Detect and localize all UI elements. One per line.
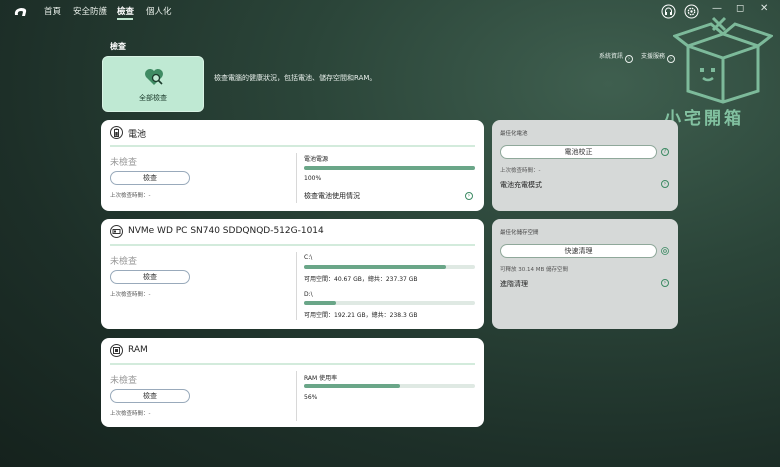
heart-search-icon [145, 69, 163, 85]
nav-personal[interactable]: 個人化 [146, 5, 172, 17]
support-link[interactable]: 支援服務 › [641, 51, 676, 63]
restore-button[interactable]: ◻ [736, 3, 744, 14]
ssd-icon [110, 225, 123, 238]
battery-icon [110, 126, 123, 139]
storage-card: NVMe WD PC SN740 SDDQNQD-512G-1014 未檢查 檢… [101, 219, 484, 329]
minimize-button[interactable]: — [712, 3, 722, 14]
drive-c-value: 可用空間：40.67 GB，總共：237.37 GB [304, 276, 418, 283]
battery-source-bar-fill [304, 166, 475, 170]
settings-gear-icon[interactable] [661, 247, 669, 255]
top-bar: 首頁 安全防護 檢查 個人化 — ◻ ✕ [0, 0, 780, 24]
optimize-storage-title: 最佳化儲存空間 [500, 230, 539, 236]
ram-status: 未檢查 [110, 376, 138, 386]
ram-card: RAM 未檢查 檢查 上次檢查時間：- RAM 使用率 56% [101, 338, 484, 427]
battery-charge-mode-link[interactable]: 電池充電模式 [500, 180, 542, 190]
battery-source-bar [304, 166, 475, 170]
optimize-battery-panel: 最佳化電池 電池校正 ? 上次檢查時間：- 電池充電模式 › [492, 120, 678, 211]
battery-check-button[interactable]: 檢查 [110, 171, 190, 185]
chevron-right-icon[interactable]: › [661, 279, 669, 287]
drive-d-bar-fill [304, 301, 337, 305]
divider [110, 363, 475, 365]
check-description: 檢查電腦的健康狀況，包括電池、儲存空間和RAM。 [214, 74, 377, 82]
battery-status: 未檢查 [110, 158, 138, 168]
nav-check[interactable]: 檢查 [117, 5, 134, 17]
storage-last-check: 上次檢查時間：- [110, 292, 151, 298]
nav-active-indicator [117, 18, 133, 20]
drive-d-bar [304, 301, 475, 305]
drive-d-value: 可用空間：192.21 GB，總共：238.3 GB [304, 312, 418, 319]
advanced-clean-link[interactable]: 進階清理 [500, 279, 528, 289]
quick-clean-button[interactable]: 快速清理 [500, 244, 657, 258]
ram-chip-icon [110, 344, 123, 357]
system-info-label: 系統資訊 [599, 53, 624, 60]
help-icon[interactable]: ? [661, 148, 669, 156]
ram-last-check: 上次檢查時間：- [110, 411, 151, 417]
nav-home[interactable]: 首頁 [44, 5, 61, 17]
support-label: 支援服務 [641, 53, 666, 60]
battery-source-value: 100% [304, 175, 322, 182]
chevron-right-icon[interactable]: › [465, 192, 473, 200]
battery-last-check: 上次檢查時間：- [110, 193, 151, 199]
optimize-battery-title: 最佳化電池 [500, 131, 528, 137]
battery-usage-link[interactable]: 檢查電池使用情況 [304, 191, 360, 201]
page-title: 檢查 [110, 42, 126, 51]
divider [110, 145, 475, 147]
acer-logo-icon [14, 8, 27, 16]
ram-usage-value: 56% [304, 394, 318, 401]
ram-usage-bar [304, 384, 475, 388]
drive-c-bar [304, 265, 475, 269]
storage-title: NVMe WD PC SN740 SDDQNQD-512G-1014 [128, 226, 324, 236]
battery-calibration-button[interactable]: 電池校正 [500, 145, 657, 159]
chevron-right-icon: › [625, 55, 634, 63]
system-info-link[interactable]: 系統資訊 › [599, 51, 634, 63]
drive-d-label: D:\ [304, 291, 313, 298]
full-check-label: 全部檢查 [139, 94, 167, 102]
divider [110, 244, 475, 246]
vertical-divider [296, 252, 297, 320]
drive-c-bar-fill [304, 265, 446, 269]
battery-title: 電池 [128, 130, 147, 140]
ram-usage-bar-fill [304, 384, 400, 388]
close-button[interactable]: ✕ [760, 3, 768, 14]
ram-title: RAM [128, 345, 148, 355]
vertical-divider [296, 153, 297, 203]
battery-calibration-last-check: 上次檢查時間：- [500, 168, 541, 174]
nav-security[interactable]: 安全防護 [73, 5, 107, 17]
battery-source-label: 電池電源 [304, 156, 329, 163]
ram-check-button[interactable]: 檢查 [110, 389, 190, 403]
ram-usage-label: RAM 使用率 [304, 375, 338, 382]
watermark-box-logo-icon [673, 16, 773, 104]
drive-c-label: C:\ [304, 254, 313, 261]
optimize-storage-panel: 最佳化儲存空間 快速清理 可釋放 30.14 MB 儲存空間 進階清理 › [492, 219, 678, 329]
chevron-right-icon: › [667, 55, 676, 63]
full-check-button[interactable]: 全部檢查 [102, 56, 204, 112]
vertical-divider [296, 371, 297, 421]
storage-status: 未檢查 [110, 257, 138, 267]
storage-check-button[interactable]: 檢查 [110, 270, 190, 284]
freeable-space-text: 可釋放 30.14 MB 儲存空間 [500, 267, 569, 273]
chevron-right-icon[interactable]: › [661, 180, 669, 188]
battery-card: 電池 未檢查 檢查 上次檢查時間：- 電池電源 100% 檢查電池使用情況 › [101, 120, 484, 211]
